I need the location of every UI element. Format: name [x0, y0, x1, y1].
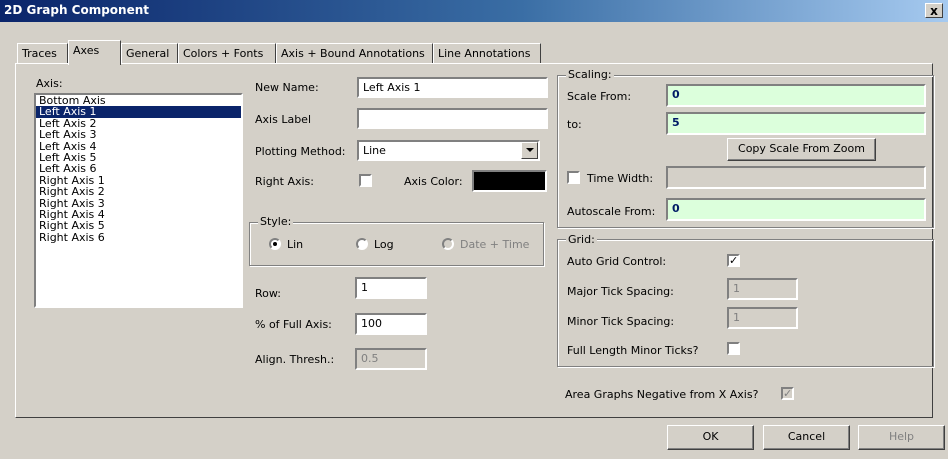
tab-axes[interactable]: Axes: [68, 40, 121, 65]
tab-traces[interactable]: Traces: [17, 43, 68, 64]
help-button[interactable]: Help: [858, 425, 945, 450]
style-group-title: Style:: [258, 215, 294, 228]
align-thresh-label: Align. Thresh.:: [255, 353, 335, 366]
axis-label-label: Axis Label: [255, 113, 311, 126]
minor-tick-spacing-input[interactable]: 1: [727, 307, 798, 329]
lin-radio[interactable]: [269, 238, 281, 250]
scaling-group-title: Scaling:: [566, 68, 614, 81]
row-input[interactable]: 1: [355, 277, 427, 299]
time-width-label: Time Width:: [587, 172, 654, 185]
grid-group-title: Grid:: [566, 233, 597, 246]
major-tick-spacing-input[interactable]: 1: [727, 278, 798, 300]
date-time-radio[interactable]: [442, 238, 454, 250]
scale-from-label: Scale From:: [567, 90, 632, 103]
window-title: 2D Graph Component: [4, 3, 150, 17]
list-item[interactable]: Right Axis 2: [36, 186, 241, 197]
auto-grid-label: Auto Grid Control:: [567, 255, 667, 268]
plotting-method-label: Plotting Method:: [255, 145, 346, 158]
row-label: Row:: [255, 287, 281, 300]
new-name-label: New Name:: [255, 81, 319, 94]
auto-grid-checkbox[interactable]: ✓: [727, 254, 740, 267]
full-length-minor-ticks-label: Full Length Minor Ticks?: [567, 344, 699, 357]
plotting-method-dropdown-button[interactable]: [521, 142, 538, 159]
close-button[interactable]: x: [925, 3, 943, 18]
area-graphs-negative-label: Area Graphs Negative from X Axis?: [565, 388, 759, 401]
tab-axis-bound-annotations[interactable]: Axis + Bound Annotations: [276, 43, 433, 64]
time-width-checkbox[interactable]: [567, 171, 580, 184]
plotting-method-select[interactable]: Line: [357, 140, 540, 161]
list-item[interactable]: Left Axis 3: [36, 129, 241, 140]
pct-full-axis-input[interactable]: 100: [355, 313, 427, 335]
area-graphs-negative-checkbox[interactable]: ✓: [781, 387, 794, 400]
list-item[interactable]: Right Axis 6: [36, 231, 241, 243]
chevron-down-icon: [525, 148, 534, 152]
full-length-minor-ticks-checkbox[interactable]: [727, 342, 740, 355]
copy-scale-from-zoom-button[interactable]: Copy Scale From Zoom: [727, 138, 876, 161]
minor-tick-spacing-label: Minor Tick Spacing:: [567, 315, 675, 328]
new-name-input[interactable]: Left Axis 1: [357, 77, 548, 98]
major-tick-spacing-label: Major Tick Spacing:: [567, 285, 674, 298]
title-bar[interactable]: 2D Graph Component x: [0, 0, 948, 22]
tab-general[interactable]: General: [121, 43, 178, 64]
cancel-button[interactable]: Cancel: [763, 425, 850, 450]
right-axis-checkbox[interactable]: [359, 174, 372, 187]
autoscale-from-label: Autoscale From:: [567, 205, 656, 218]
log-radio[interactable]: [356, 238, 368, 250]
axis-listbox[interactable]: Bottom Axis Left Axis 1 Left Axis 2 Left…: [34, 93, 243, 308]
lin-label: Lin: [287, 238, 304, 251]
tab-colors-fonts[interactable]: Colors + Fonts: [178, 43, 276, 64]
radio-dot-icon: [273, 242, 277, 246]
tab-line-annotations[interactable]: Line Annotations: [433, 43, 541, 64]
ok-button[interactable]: OK: [667, 425, 754, 450]
align-thresh-input[interactable]: 0.5: [355, 348, 427, 370]
scale-to-label: to:: [567, 118, 582, 131]
dialog-window: 2D Graph Component x Traces Axes General…: [0, 0, 948, 459]
date-time-label: Date + Time: [460, 238, 530, 251]
scale-from-input[interactable]: 0: [666, 84, 926, 107]
plotting-method-value: Line: [363, 144, 386, 157]
autoscale-from-input[interactable]: 0: [666, 198, 926, 221]
time-width-input[interactable]: [666, 166, 926, 189]
right-axis-label: Right Axis:: [255, 175, 314, 188]
axis-list-label: Axis:: [36, 77, 63, 90]
scale-to-input[interactable]: 5: [666, 112, 926, 135]
list-item[interactable]: Right Axis 5: [36, 220, 241, 231]
axis-label-input[interactable]: [357, 108, 548, 129]
axis-color-swatch[interactable]: [472, 170, 547, 192]
log-label: Log: [374, 238, 394, 251]
axis-color-label: Axis Color:: [404, 175, 463, 188]
pct-full-axis-label: % of Full Axis:: [255, 318, 332, 331]
